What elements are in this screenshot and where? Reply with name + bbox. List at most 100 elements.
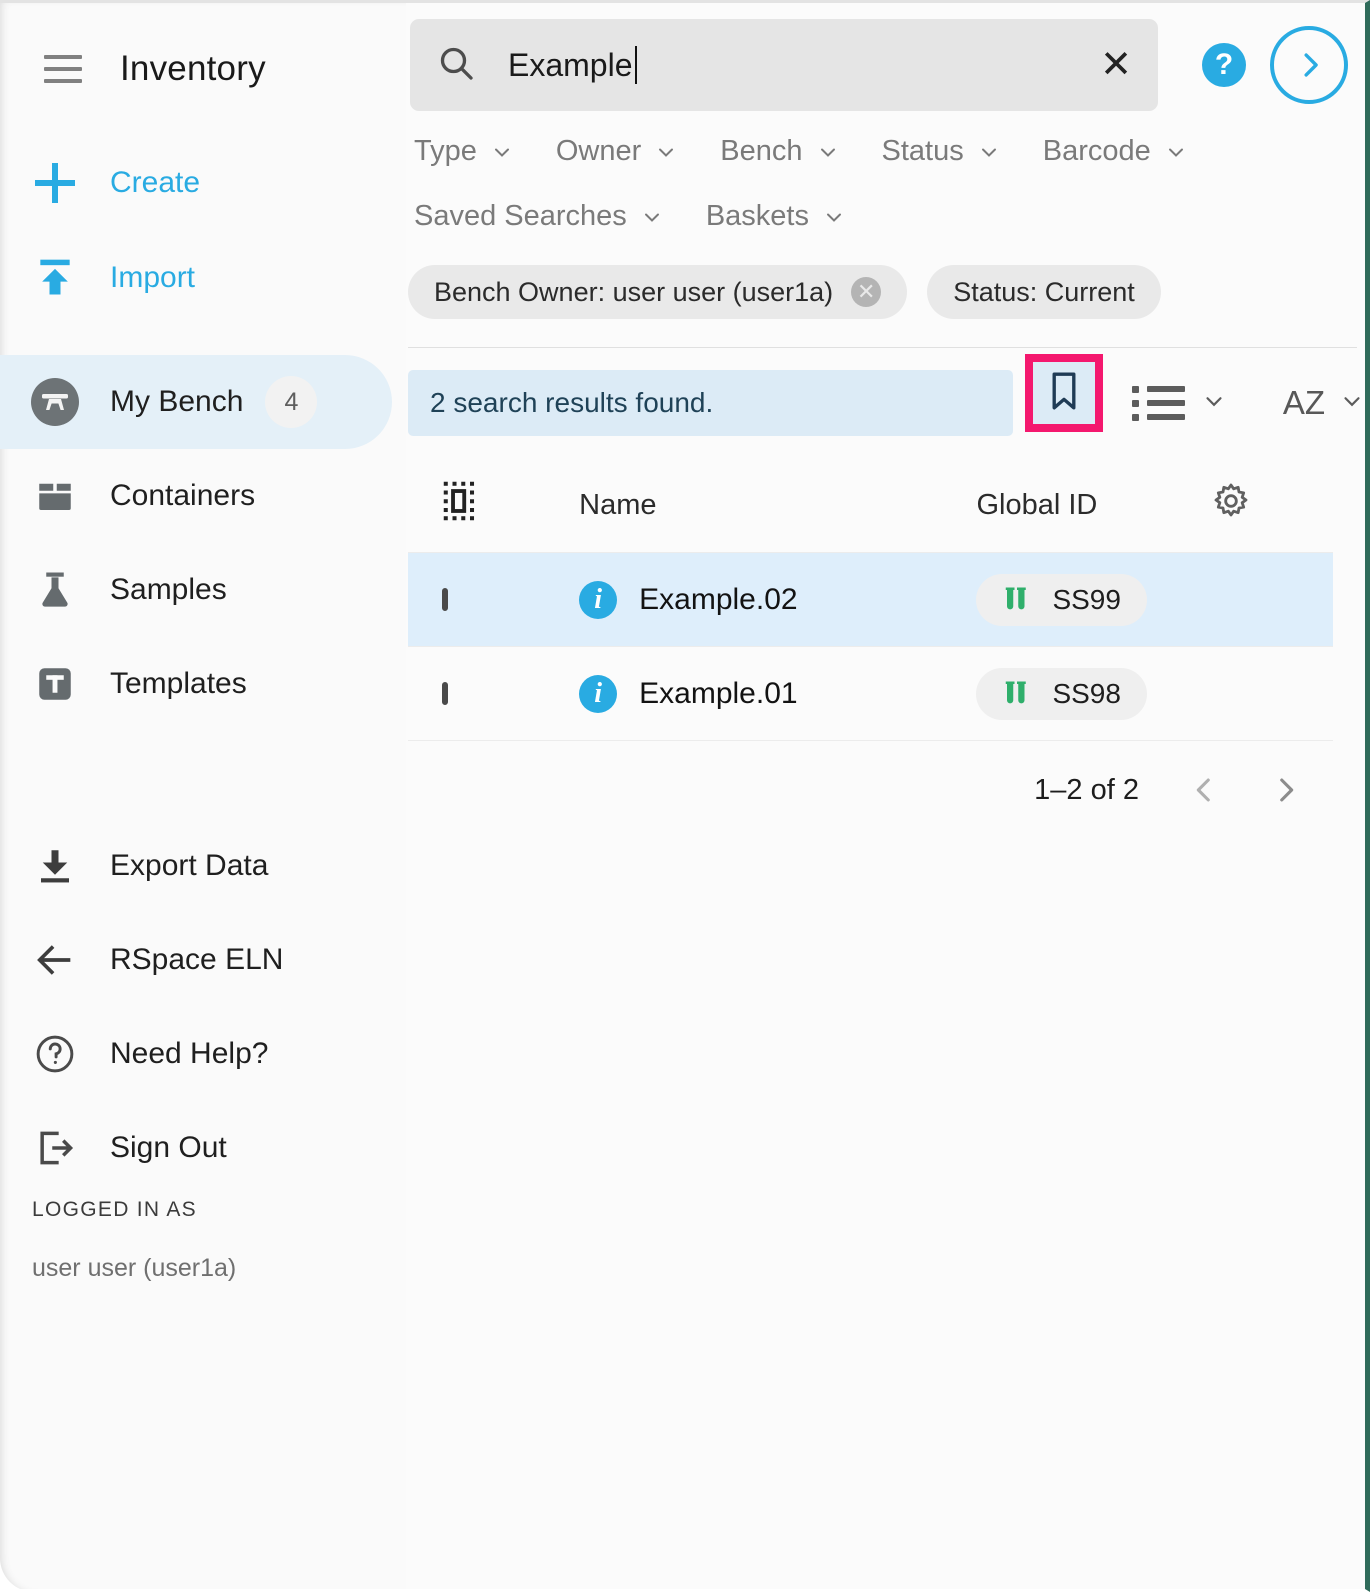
logged-in-caption: LOGGED IN AS [32,1198,197,1221]
sidebar-item-sign-out[interactable]: Sign Out [0,1101,406,1195]
info-icon[interactable]: i [579,674,618,713]
row-name-cell[interactable]: i Example.01 [579,647,976,741]
column-header-name[interactable]: Name [579,466,976,553]
sidebar-header: Inventory [0,3,406,135]
sign-out-icon [0,1126,110,1170]
pagination-range: 1–2 of 2 [1034,773,1139,806]
flask-icon [0,569,110,611]
my-bench-count-badge: 4 [265,376,318,428]
row-select-cell[interactable] [408,647,579,741]
chip-label: Bench Owner: user user (user1a) [434,276,834,307]
search-input[interactable]: Example ✕ [410,19,1158,111]
chevron-down-icon [977,140,1001,164]
import-label: Import [110,260,196,294]
row-name-cell[interactable]: i Example.02 [579,553,976,647]
sidebar-item-label: Containers [110,479,256,512]
sidebar-item-containers[interactable]: Containers [0,449,406,543]
filter-status[interactable]: Status [882,135,1001,168]
sidebar: Inventory Create Import My Bench 4 Conta… [0,3,406,1589]
plus-icon [0,162,110,203]
filter-bench[interactable]: Bench [720,135,839,168]
divider [408,347,1357,348]
next-page-button[interactable] [1269,773,1303,807]
arrow-left-icon [0,937,110,983]
clear-search-button[interactable]: ✕ [1100,46,1132,84]
chip-status[interactable]: Status: Current [927,265,1161,319]
app-title: Inventory [120,49,266,88]
table-row[interactable]: i Example.01 SS98 [408,646,1333,741]
text-caret [634,46,637,84]
sort-order-button[interactable]: AZ [1283,384,1365,422]
filter-label: Status [881,135,964,167]
filter-bar: Type Owner Bench Status Barcode Saved Se… [406,111,1365,233]
filter-label: Baskets [705,200,809,232]
sidebar-item-label: Templates [110,667,247,700]
create-button[interactable]: Create [0,135,406,230]
row-name: Example.01 [639,676,798,710]
chip-bench-owner[interactable]: Bench Owner: user user (user1a) ✕ [408,265,908,319]
question-circle-icon [0,1032,110,1076]
search-row: Example ✕ ? [406,3,1365,111]
chip-label: Status: Current [953,276,1135,307]
active-filter-chips: Bench Owner: user user (user1a) ✕ Status… [406,233,1365,319]
filter-label: Saved Searches [414,200,627,232]
row-global-id-cell: SS98 [976,647,1210,741]
select-all-icon[interactable] [442,481,484,529]
chip-remove-icon[interactable]: ✕ [851,277,882,307]
row-global-id-cell: SS99 [976,553,1210,647]
pagination: 1–2 of 2 [406,773,1333,807]
row-name: Example.02 [639,582,798,616]
select-all-header[interactable] [408,466,579,553]
filter-type[interactable]: Type [414,135,514,168]
sidebar-item-rspace-eln[interactable]: RSpace ELN [0,913,406,1007]
sidebar-item-templates[interactable]: Templates [0,637,406,731]
info-icon[interactable]: i [579,580,618,619]
test-tubes-icon [1002,585,1032,615]
table-header-row: Name Global ID [408,466,1333,553]
sidebar-item-need-help[interactable]: Need Help? [0,1007,406,1101]
filter-barcode[interactable]: Barcode [1043,135,1188,168]
sort-label: AZ [1282,384,1325,421]
test-tubes-icon [1002,679,1032,709]
results-toolbar: 2 search results found. AZ [406,354,1365,436]
row-global-id: SS99 [1052,583,1121,615]
bench-icon [0,378,110,426]
row-select-cell[interactable] [408,553,579,647]
previous-page-button[interactable] [1187,773,1221,807]
filter-saved-searches[interactable]: Saved Searches [414,200,664,233]
chevron-down-icon [1164,140,1188,164]
filter-row-primary: Type Owner Bench Status Barcode [414,135,1365,168]
sidebar-item-label: Need Help? [110,1037,269,1070]
row-checkbox[interactable] [442,681,448,705]
sidebar-item-label: Sign Out [110,1131,227,1164]
hamburger-icon[interactable] [44,55,82,83]
upload-icon [0,256,110,300]
table-body: i Example.02 SS99 i Example.01 SS98 [408,552,1333,741]
view-mode-button[interactable] [1131,385,1227,421]
column-header-global-id[interactable]: Global ID [976,466,1210,553]
gear-icon[interactable] [1211,483,1251,528]
help-button[interactable]: ? [1202,43,1246,87]
row-checkbox[interactable] [442,587,448,611]
sidebar-item-export-data[interactable]: Export Data [0,819,406,913]
bookmark-icon [1047,370,1081,417]
sidebar-item-my-bench[interactable]: My Bench 4 [0,355,392,449]
chevron-down-icon [816,140,840,164]
sidebar-item-samples[interactable]: Samples [0,543,406,637]
chevron-down-icon [822,205,846,229]
logged-in-user: user user (user1a) [32,1254,237,1282]
expand-panel-button[interactable] [1270,26,1348,104]
table-row[interactable]: i Example.02 SS99 [408,552,1333,647]
filter-baskets[interactable]: Baskets [706,200,846,233]
import-button[interactable]: Import [0,230,406,325]
filter-row-secondary: Saved Searches Baskets [414,200,1365,233]
bookmark-button[interactable] [1025,354,1103,432]
app-window: Inventory Create Import My Bench 4 Conta… [0,0,1370,1592]
filter-label: Bench [720,135,803,167]
filter-label: Barcode [1042,135,1151,167]
column-settings-button[interactable] [1211,466,1333,553]
template-icon [0,663,110,705]
filter-owner[interactable]: Owner [556,135,678,168]
filter-label: Type [414,135,477,167]
